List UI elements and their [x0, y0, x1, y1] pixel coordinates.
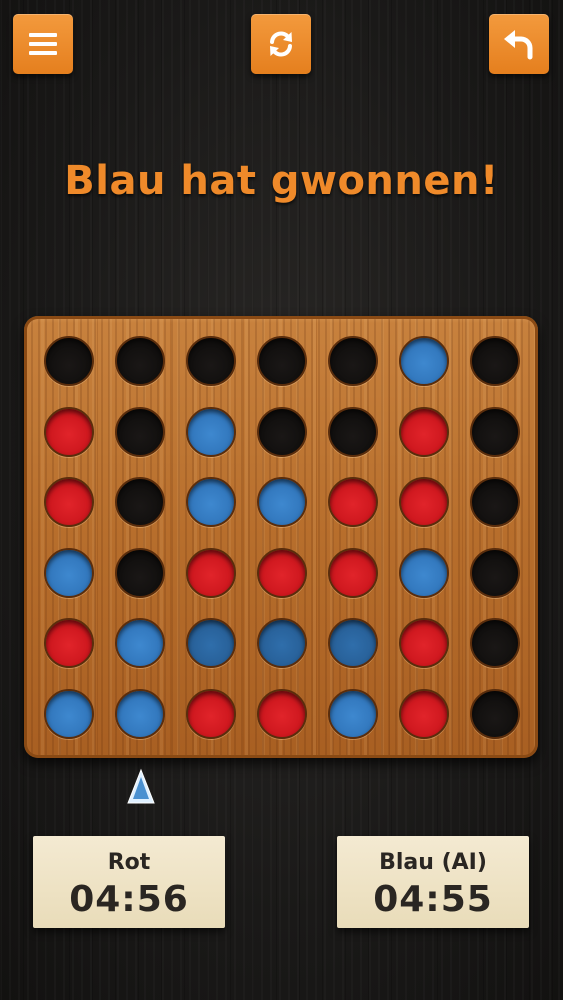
- board-cell-r1-c3[interactable]: [186, 336, 236, 386]
- board-cell-r4-c2[interactable]: [115, 547, 165, 598]
- game-status-message: Blau hat gwonnen!: [64, 158, 499, 204]
- board-cell-r5-c7[interactable]: [470, 618, 520, 668]
- board-cell-r4-c3[interactable]: [186, 547, 236, 598]
- player-blue-timer: Blau (AI) 04:55: [337, 836, 529, 928]
- board-cell-r5-c4[interactable]: [257, 618, 307, 668]
- board-cell-r4-c5[interactable]: [328, 547, 378, 598]
- board-cell-r2-c5[interactable]: [328, 406, 378, 457]
- column-drop-marker[interactable]: [126, 768, 156, 810]
- board-cell-r1-c6[interactable]: [399, 336, 449, 386]
- player-red-timer: Rot 04:56: [33, 836, 225, 928]
- board-cell-r3-c3[interactable]: [186, 477, 236, 527]
- board-cell-r5-c5[interactable]: [328, 618, 378, 668]
- board-cell-r4-c1[interactable]: [44, 547, 94, 598]
- board-cell-r3-c6[interactable]: [399, 477, 449, 527]
- board-cell-r6-c3[interactable]: [186, 688, 236, 739]
- board-cell-r4-c4[interactable]: [257, 547, 307, 598]
- board-cell-r6-c7[interactable]: [470, 688, 520, 739]
- board-cell-r1-c5[interactable]: [328, 336, 378, 386]
- board-cell-r4-c6[interactable]: [399, 547, 449, 598]
- undo-arrow-icon: [504, 30, 533, 60]
- board-cell-r2-c2[interactable]: [115, 406, 165, 457]
- player-blue-name: Blau (AI): [379, 850, 487, 875]
- board-cell-r2-c6[interactable]: [399, 406, 449, 457]
- board-cell-r2-c7[interactable]: [470, 406, 520, 457]
- board-cell-r1-c2[interactable]: [115, 336, 165, 386]
- player-red-time: 04:56: [69, 879, 189, 920]
- board-cell-r6-c1[interactable]: [44, 688, 94, 739]
- board-cell-r1-c4[interactable]: [257, 336, 307, 386]
- board-cell-r6-c4[interactable]: [257, 688, 307, 739]
- refresh-icon: [270, 31, 292, 57]
- board-cell-r5-c3[interactable]: [186, 618, 236, 668]
- board-cell-r2-c1[interactable]: [44, 406, 94, 457]
- board-cell-r3-c7[interactable]: [470, 477, 520, 527]
- menu-button[interactable]: [13, 14, 73, 74]
- board-cell-r4-c7[interactable]: [470, 547, 520, 598]
- undo-button[interactable]: [489, 14, 549, 74]
- player-blue-time: 04:55: [373, 879, 493, 920]
- board-cell-r5-c6[interactable]: [399, 618, 449, 668]
- board-cell-r5-c2[interactable]: [115, 618, 165, 668]
- board-cell-r1-c1[interactable]: [44, 336, 94, 386]
- board-cell-r5-c1[interactable]: [44, 618, 94, 668]
- hamburger-menu-icon: [29, 33, 57, 55]
- game-board[interactable]: [24, 316, 538, 758]
- board-cell-r6-c5[interactable]: [328, 688, 378, 739]
- board-cell-r2-c4[interactable]: [257, 406, 307, 457]
- board-cell-r3-c5[interactable]: [328, 477, 378, 527]
- board-cell-r3-c1[interactable]: [44, 477, 94, 527]
- board-cell-r3-c4[interactable]: [257, 477, 307, 527]
- board-cell-r3-c2[interactable]: [115, 477, 165, 527]
- board-cell-r2-c3[interactable]: [186, 406, 236, 457]
- board-cell-r1-c7[interactable]: [470, 336, 520, 386]
- restart-button[interactable]: [251, 14, 311, 74]
- player-red-name: Rot: [107, 850, 151, 875]
- board-cell-r6-c2[interactable]: [115, 688, 165, 739]
- board-cell-r6-c6[interactable]: [399, 688, 449, 739]
- triangle-pointer-icon: [127, 768, 155, 804]
